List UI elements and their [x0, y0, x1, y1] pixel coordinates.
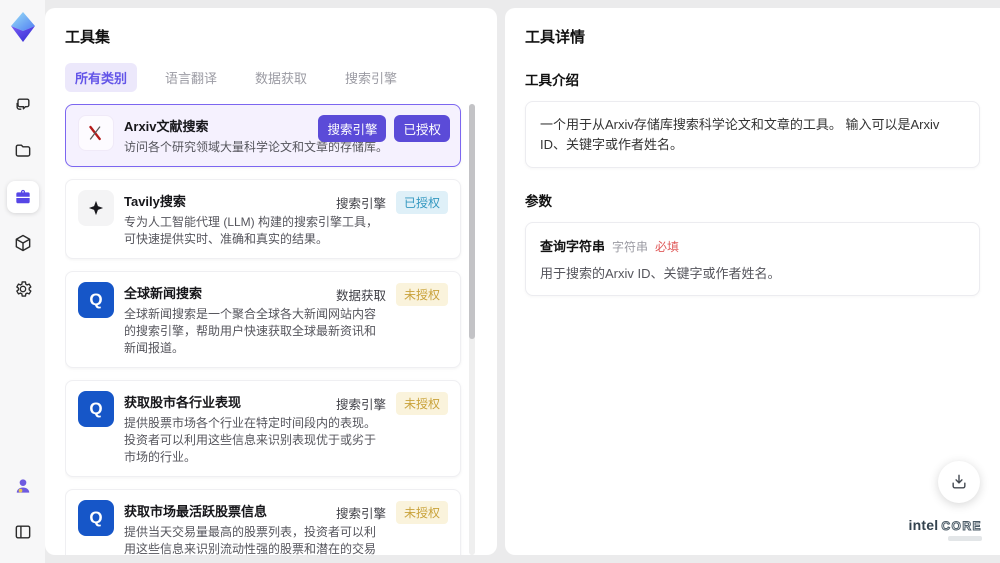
category-label: 搜索引擎 [335, 398, 386, 413]
tool-card-arxiv[interactable]: Arxiv文献搜索 访问各个研究领域大量科学论文和文章的存储库。 搜索引擎 已授… [65, 104, 461, 168]
tool-list: Arxiv文献搜索 访问各个研究领域大量科学论文和文章的存储库。 搜索引擎 已授… [65, 104, 477, 555]
status-badge: 未授权 [395, 501, 448, 525]
category-label: 搜索引擎 [335, 197, 386, 212]
status-badge: 未授权 [395, 283, 448, 307]
sidebar-item-tools[interactable] [6, 181, 39, 213]
param-type: 字符串 [612, 240, 649, 254]
brand-sub-badge [948, 536, 982, 541]
tool-collection-panel: 工具集 所有类别 语言翻译 数据获取 搜索引擎 Arxiv文献搜索 访问各个研究… [45, 8, 497, 555]
app-window: 工具集 所有类别 语言翻译 数据获取 搜索引擎 Arxiv文献搜索 访问各个研究… [0, 0, 1000, 563]
param-required-flag: 必填 [655, 240, 680, 254]
sidebar-item-settings[interactable] [7, 273, 39, 305]
q-logo-icon: Q [78, 391, 114, 428]
tool-card-global-news[interactable]: Q 全球新闻搜索 全球新闻搜索是一个聚合全球各大新闻网站内容的搜索引擎，帮助用户… [65, 271, 461, 369]
tool-description: 专为人工智能代理 (LLM) 构建的搜索引擎工具，可快速提供实时、准确和真实的结… [124, 215, 379, 247]
sidebar-item-chat[interactable] [7, 89, 39, 121]
details-title: 工具详情 [525, 29, 586, 46]
list-scrollbar[interactable] [469, 104, 475, 555]
cube-icon [15, 234, 30, 252]
param-name: 查询字符串 [540, 239, 606, 254]
parameter-card: 查询字符串 字符串 必填 用于搜索的Arxiv ID、关键字或作者姓名。 [525, 222, 980, 296]
brand-core: core [941, 519, 982, 533]
brand-intel: intel [908, 517, 939, 533]
user-avatar[interactable] [7, 470, 39, 502]
tool-intro-card: 一个用于从Arxiv存储库搜索科学论文和文章的工具。 输入可以是Arxiv ID… [525, 101, 980, 168]
briefcase-icon [15, 189, 30, 204]
category-label: 数据获取 [335, 289, 386, 304]
sidebar-item-files[interactable] [7, 135, 39, 167]
q-logo-icon: Q [78, 282, 114, 319]
status-badge: 未授权 [395, 392, 448, 416]
avatar-icon [16, 479, 29, 493]
panel-toggle-icon [15, 525, 30, 539]
chat-icon [15, 98, 30, 110]
app-logo [8, 10, 38, 44]
category-tabs: 所有类别 语言翻译 数据获取 搜索引擎 [65, 63, 477, 92]
tool-details-panel: 工具详情 工具介绍 一个用于从Arxiv存储库搜索科学论文和文章的工具。 输入可… [505, 8, 1000, 555]
tool-card-tavily[interactable]: Tavily搜索 专为人工智能代理 (LLM) 构建的搜索引擎工具，可快速提供实… [65, 179, 461, 260]
tab-language-translation[interactable]: 语言翻译 [155, 63, 227, 92]
download-button[interactable] [938, 461, 980, 503]
four-point-star-icon [78, 190, 114, 227]
folder-icon [15, 144, 30, 157]
tool-intro-text: 一个用于从Arxiv存储库搜索科学论文和文章的工具。 输入可以是Arxiv ID… [540, 117, 940, 152]
intro-heading: 工具介绍 [525, 73, 579, 88]
param-description: 用于搜索的Arxiv ID、关键字或作者姓名。 [540, 266, 781, 281]
tab-all-categories[interactable]: 所有类别 [65, 63, 138, 92]
category-label: 搜索引擎 [335, 507, 386, 522]
sidebar [0, 0, 45, 563]
arxiv-chi-icon [78, 115, 114, 151]
status-badge: 已授权 [395, 191, 448, 215]
category-badge[interactable]: 搜索引擎 [318, 115, 387, 142]
gear-icon [15, 281, 31, 297]
content-area: 工具集 所有类别 语言翻译 数据获取 搜索引擎 Arxiv文献搜索 访问各个研究… [45, 0, 1000, 563]
download-icon [952, 474, 966, 489]
page-title: 工具集 [65, 29, 111, 46]
tab-data-acquisition[interactable]: 数据获取 [245, 63, 317, 92]
tool-card-sector-performance[interactable]: Q 获取股市各行业表现 提供股票市场各个行业在特定时间段内的表现。投资者可以利用… [65, 380, 461, 478]
tool-card-active-stocks[interactable]: Q 获取市场最活跃股票信息 提供当天交易量最高的股票列表，投资者可以利用这些信息… [65, 489, 461, 555]
status-badge[interactable]: 已授权 [394, 115, 450, 142]
intel-core-logo: intel core [909, 518, 982, 541]
tool-description: 提供当天交易量最高的股票列表，投资者可以利用这些信息来识别流动性强的股票和潜在的… [124, 525, 377, 555]
tool-description: 全球新闻搜索是一个聚合全球各大新闻网站内容的搜索引擎，帮助用户快速获取全球最新资… [124, 307, 377, 356]
tool-description: 提供股票市场各个行业在特定时间段内的表现。投资者可以利用这些信息来识别表现优于或… [124, 416, 377, 465]
sidebar-item-packages[interactable] [7, 227, 39, 259]
scrollbar-thumb[interactable] [469, 104, 475, 339]
tab-search-engine[interactable]: 搜索引擎 [335, 63, 407, 92]
panel-toggle-button[interactable] [7, 516, 39, 548]
q-logo-icon: Q [78, 500, 114, 537]
params-heading: 参数 [525, 194, 552, 209]
